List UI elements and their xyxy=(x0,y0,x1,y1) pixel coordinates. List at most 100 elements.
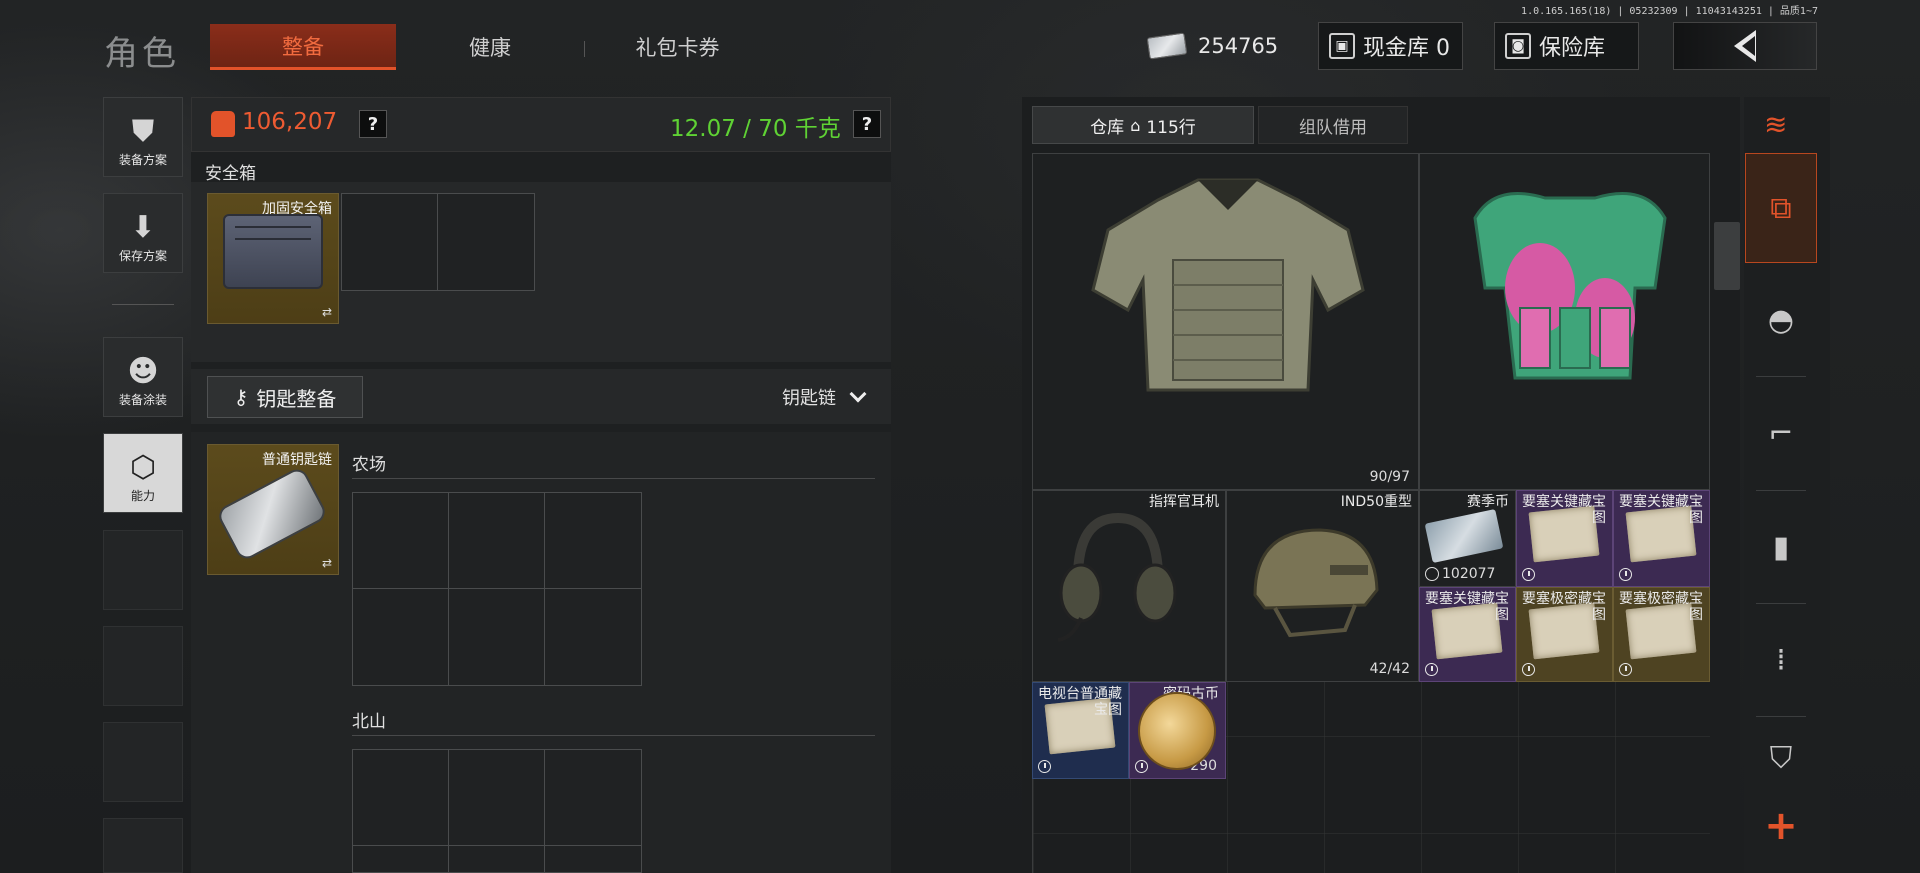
key-grid-cell[interactable] xyxy=(544,749,642,847)
side-item-ability[interactable]: ⬡ 能力 xyxy=(103,433,183,513)
clock-icon xyxy=(1619,663,1632,676)
key-grid-cell[interactable] xyxy=(352,749,450,847)
category-armor-plate[interactable]: ⛉ xyxy=(1745,718,1817,798)
warehouse-tab-label: 仓库 xyxy=(1090,117,1125,138)
swap-icon: ⇄ xyxy=(321,305,332,319)
side-item-label: 能力 xyxy=(130,489,155,503)
side-divider xyxy=(112,304,174,305)
key-grid-cell[interactable] xyxy=(352,588,450,686)
warehouse-item-treasure-map[interactable]: 要塞关键藏宝图 xyxy=(1613,490,1710,587)
weight-help-button[interactable]: ? xyxy=(853,110,881,138)
category-divider xyxy=(1756,603,1806,604)
item-name: 要塞极密藏宝图 xyxy=(1619,591,1703,623)
all-items-icon: ⧉ xyxy=(1770,190,1792,226)
key-grid-cell[interactable] xyxy=(544,845,642,873)
category-helmet[interactable]: ◓ xyxy=(1745,265,1817,375)
side-item-label: 装备方案 xyxy=(118,153,167,167)
armor-value-icon xyxy=(211,111,235,137)
vest-loadout-icon: ⛊ xyxy=(131,114,155,149)
item-durability: 42/42 xyxy=(1369,661,1410,677)
warehouse-rows: 115行 xyxy=(1146,117,1196,138)
clock-icon xyxy=(1135,760,1148,773)
tab-gift-cards[interactable]: 礼包卡券 xyxy=(600,24,755,70)
item-name: 电视台普通藏宝图 xyxy=(1038,686,1122,718)
side-item-save[interactable]: ⬇ 保存方案 xyxy=(103,193,183,273)
house-icon: ⌂ xyxy=(1130,115,1141,135)
key-icon: ⚷ xyxy=(233,385,249,409)
category-rifle[interactable]: ⌐ xyxy=(1745,378,1817,488)
key-grid-cell[interactable] xyxy=(448,492,546,590)
item-name: 要塞关键藏宝图 xyxy=(1522,494,1606,526)
item-name: 普通钥匙链 xyxy=(262,452,332,468)
zone-divider xyxy=(352,735,875,736)
keychain-dropdown[interactable]: 钥匙链 xyxy=(782,384,867,410)
chest-rig-image xyxy=(1473,192,1667,380)
reinforced-case-image xyxy=(223,214,323,289)
key-grid-cell[interactable] xyxy=(544,492,642,590)
magazine-icon: ▮ xyxy=(1772,529,1790,565)
download-icon: ⬇ xyxy=(130,210,156,245)
lightning-hexagon-icon: ⬡ xyxy=(129,450,157,485)
money-display: 254765 xyxy=(1146,26,1278,66)
key-grid-cell[interactable] xyxy=(448,588,546,686)
item-name: 要塞关键藏宝图 xyxy=(1425,591,1509,623)
key-grid-cell[interactable] xyxy=(544,588,642,686)
add-category-button[interactable]: + xyxy=(1745,800,1817,852)
category-divider xyxy=(1756,490,1806,491)
key-grid-cell[interactable] xyxy=(448,845,546,873)
headset-image xyxy=(1057,512,1177,642)
side-item-label: 装备涂装 xyxy=(118,393,167,407)
category-magazine[interactable]: ▮ xyxy=(1745,492,1817,602)
side-slot-empty xyxy=(103,626,183,706)
safe-button[interactable]: ◙ 保险库 xyxy=(1494,22,1639,70)
clock-icon xyxy=(1425,663,1438,676)
helmet-icon: ◓ xyxy=(1767,302,1795,338)
armor-vest-image xyxy=(1091,178,1365,392)
warehouse-item-treasure-map[interactable]: 要塞极密藏宝图 xyxy=(1516,587,1613,682)
warehouse-scrollbar[interactable] xyxy=(1714,222,1740,290)
key-grid-cell[interactable] xyxy=(352,492,450,590)
tab-health[interactable]: 健康 xyxy=(420,24,560,70)
item-count: 102077 xyxy=(1442,566,1496,582)
tab-divider xyxy=(584,41,585,57)
clock-icon xyxy=(1522,663,1535,676)
item-durability: 90/97 xyxy=(1369,469,1410,485)
side-item-loadout[interactable]: ⛊ 装备方案 xyxy=(103,97,183,177)
key-grid-cell[interactable] xyxy=(448,749,546,847)
warehouse-item-treasure-map[interactable]: 要塞极密藏宝图 xyxy=(1613,587,1710,682)
item-name: 要塞极密藏宝图 xyxy=(1522,591,1606,623)
warehouse-item-treasure-map[interactable]: 要塞关键藏宝图 xyxy=(1419,587,1516,682)
category-all-items[interactable]: ⧉ xyxy=(1745,153,1817,263)
item-name: 要塞关键藏宝图 xyxy=(1619,494,1703,526)
category-ammo[interactable]: ⁞ xyxy=(1745,605,1817,715)
cash-vault-label: 现金库 0 xyxy=(1363,36,1450,61)
key-grid-cell[interactable] xyxy=(352,845,450,873)
category-divider xyxy=(1756,716,1806,717)
armor-help-button[interactable]: ? xyxy=(359,110,387,138)
armor-value: 106,207 xyxy=(242,109,338,135)
key-prepare-label: 钥匙整备 xyxy=(256,386,337,411)
tab-team-borrow[interactable]: 组队借用 xyxy=(1258,106,1408,144)
safebox-grid-cell[interactable] xyxy=(341,193,439,291)
back-button[interactable] xyxy=(1673,22,1817,70)
cash-vault-button[interactable]: ▣ 现金库 0 xyxy=(1318,22,1463,70)
warehouse-item-treasure-map[interactable]: 要塞关键藏宝图 xyxy=(1516,490,1613,587)
side-item-paint[interactable]: ☻ 装备涂装 xyxy=(103,337,183,417)
side-slot-empty xyxy=(103,722,183,802)
page-title: 角色 xyxy=(104,34,180,74)
key-prepare-button[interactable]: ⚷ 钥匙整备 xyxy=(207,376,363,418)
armor-plate-icon: ⛉ xyxy=(1769,740,1793,776)
side-item-label: 保存方案 xyxy=(118,249,167,263)
warehouse-item-treasure-map[interactable]: 电视台普通藏宝图 xyxy=(1032,682,1129,779)
ancient-coin-image xyxy=(1138,692,1216,770)
clock-icon xyxy=(1619,568,1632,581)
sort-stack-icon[interactable]: ≋ xyxy=(1764,108,1787,141)
tab-equip[interactable]: 整备 xyxy=(210,24,396,70)
safe-icon: ◙ xyxy=(1505,33,1531,59)
tab-warehouse[interactable]: 仓库 ⌂ 115行 xyxy=(1032,106,1254,144)
clock-icon xyxy=(1522,568,1535,581)
item-name: 赛季币 xyxy=(1467,494,1509,510)
back-arrow-icon xyxy=(1734,30,1756,62)
rifle-icon: ⌐ xyxy=(1768,415,1794,451)
safebox-grid-cell[interactable] xyxy=(437,193,535,291)
